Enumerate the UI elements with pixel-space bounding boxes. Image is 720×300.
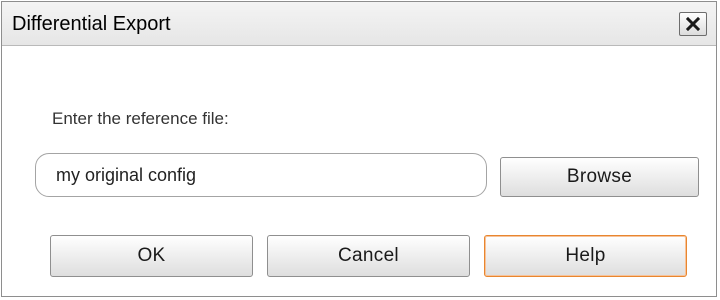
ok-button[interactable]: OK bbox=[50, 235, 253, 277]
cancel-button[interactable]: Cancel bbox=[267, 235, 470, 277]
close-button[interactable] bbox=[679, 12, 707, 36]
browse-button[interactable]: Browse bbox=[500, 157, 699, 197]
reference-file-input[interactable] bbox=[35, 153, 487, 197]
title-bar: Differential Export bbox=[2, 2, 716, 46]
dialog-title: Differential Export bbox=[12, 13, 171, 35]
help-button[interactable]: Help bbox=[484, 235, 687, 277]
close-icon bbox=[686, 17, 700, 31]
differential-export-dialog: Differential Export Enter the reference … bbox=[1, 1, 717, 297]
reference-file-label: Enter the reference file: bbox=[52, 109, 229, 128]
